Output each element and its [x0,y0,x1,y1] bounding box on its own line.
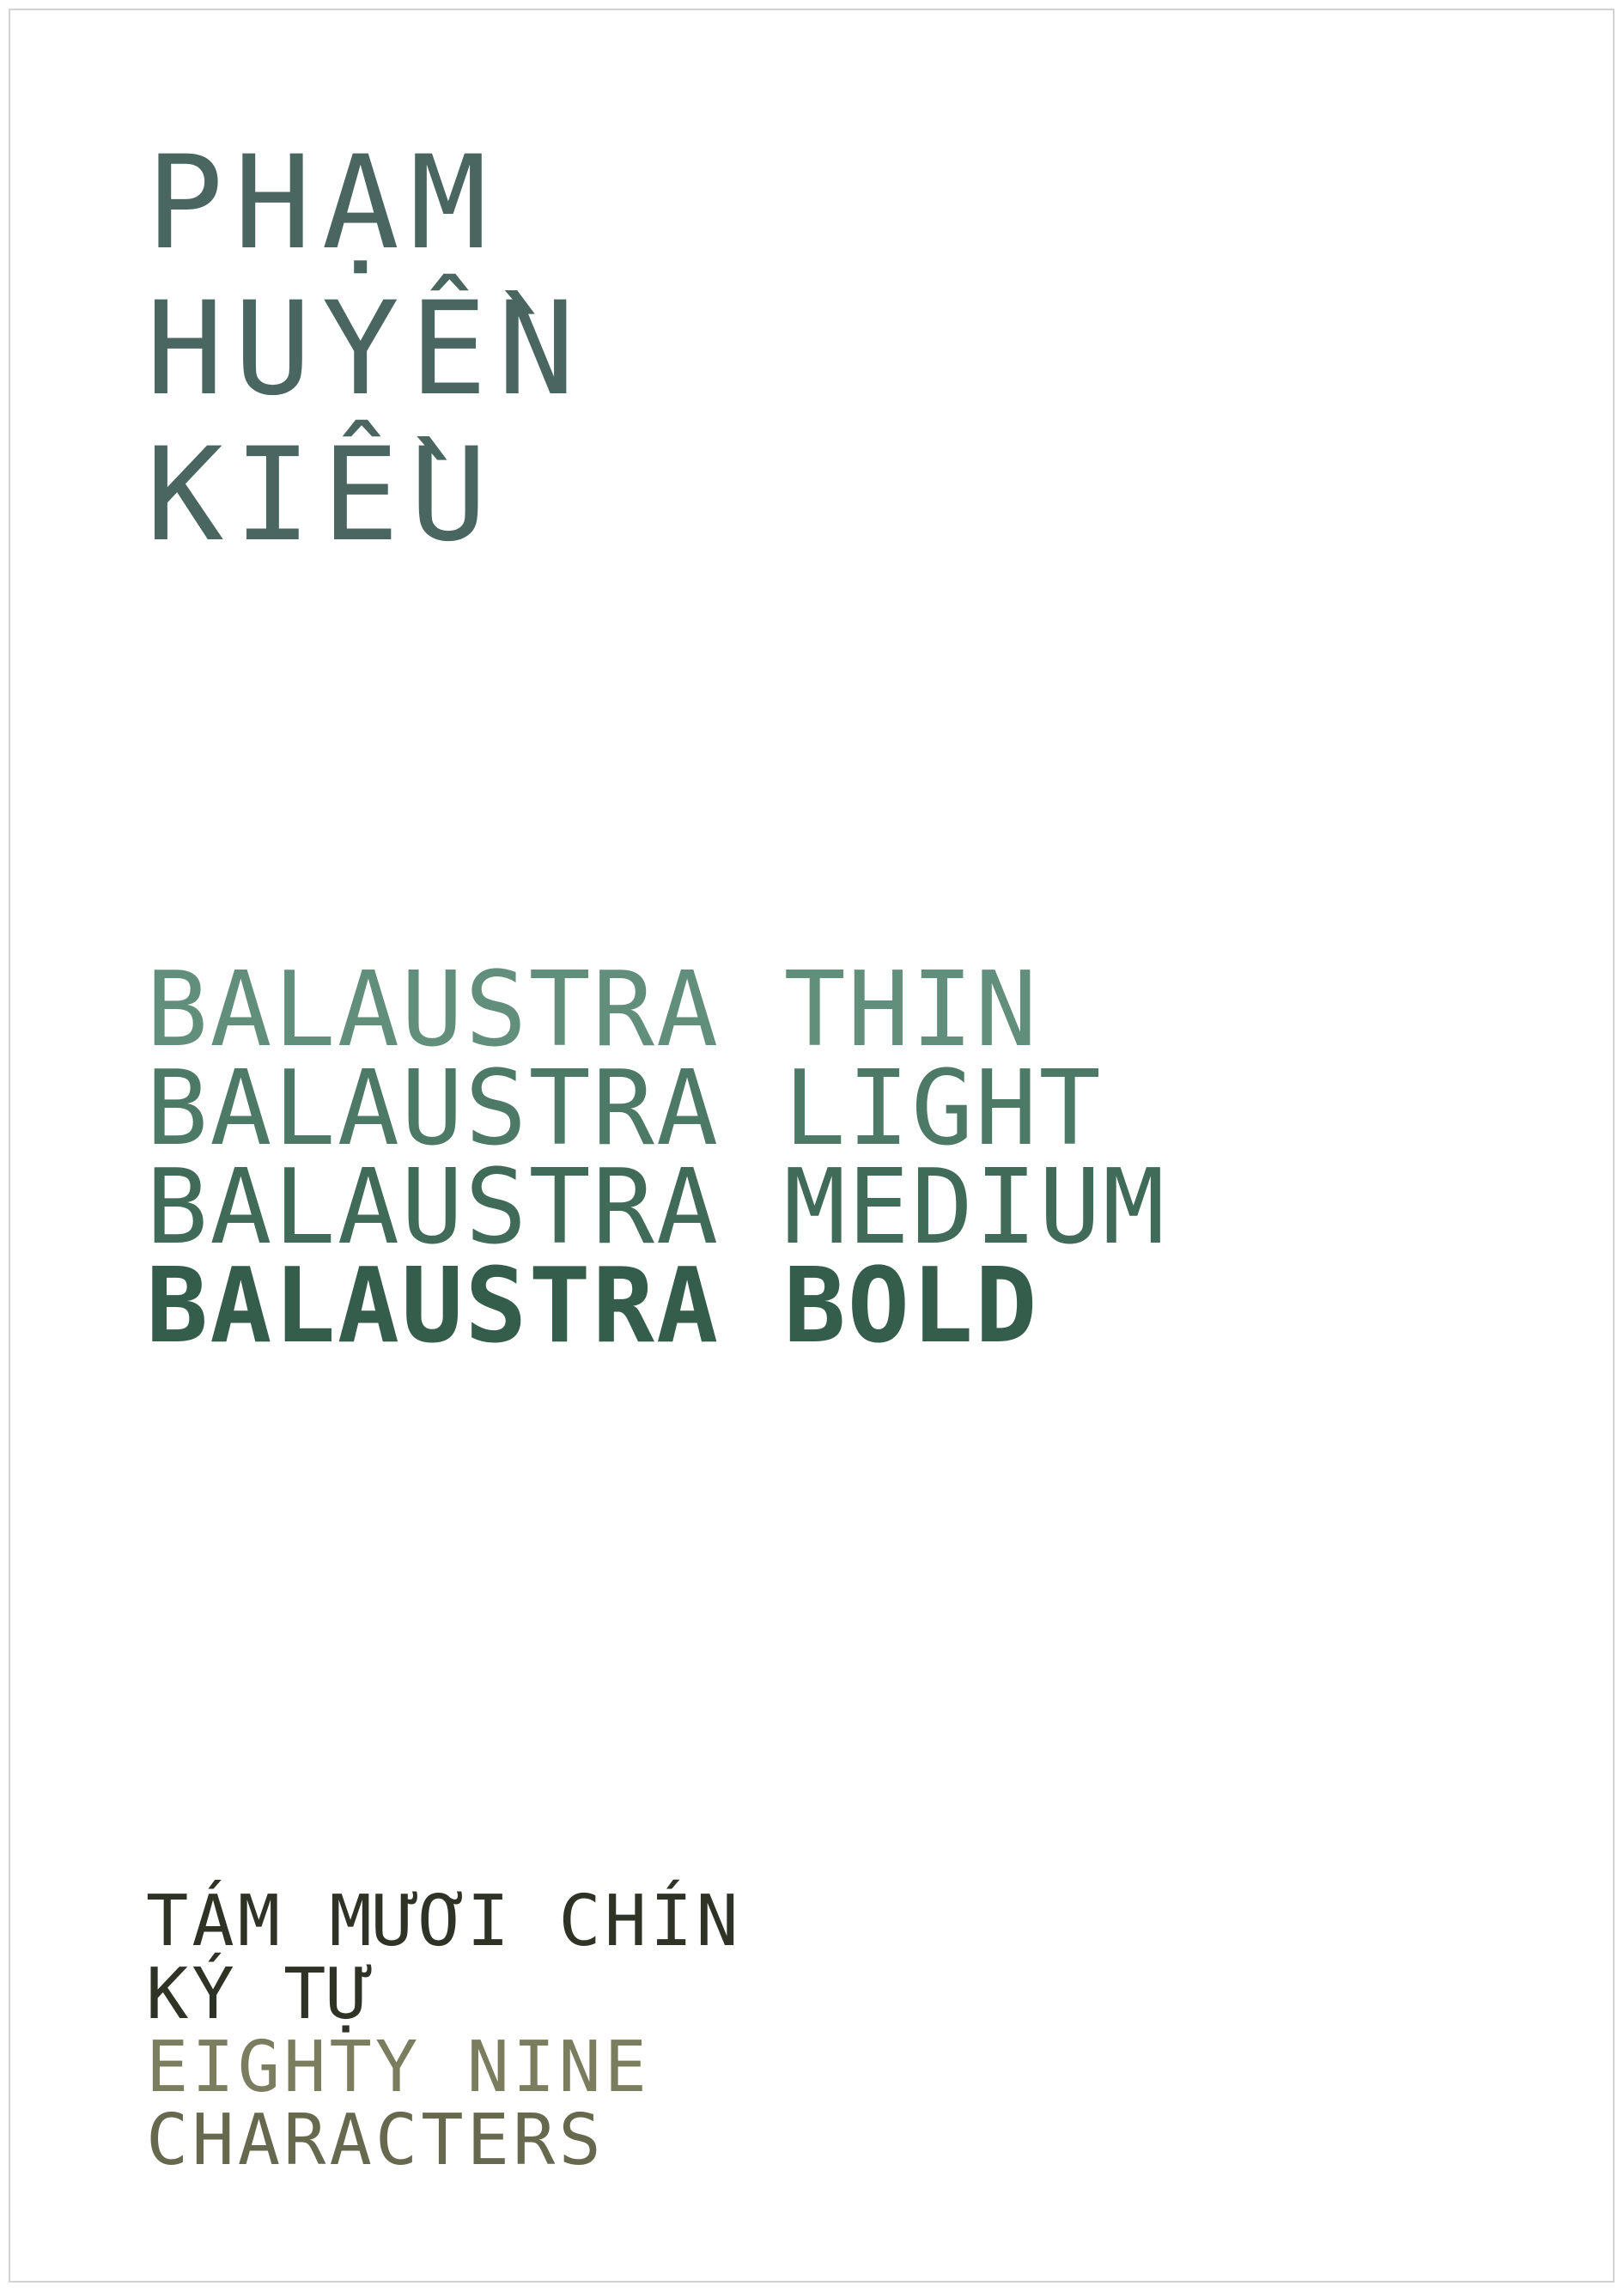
poster: PHẠM HUYỀN KIỀU BALAUSTRA THIN BALAUSTRA… [9,9,1615,2283]
weight-thin-label: BALAUSTRA THIN [146,951,1039,1070]
author-name-line-3: KIỀU [146,421,498,570]
author-name-line-2: HUYỀN [146,275,586,424]
character-count-vietnamese-line-1: TÁM MƯƠI CHÍN [146,1881,742,1962]
author-name-line-1: PHẠM [146,129,498,278]
character-count-english-line-2: CHARACTERS [146,2100,605,2181]
character-count-english-line-1: EIGHTY NINE [146,2027,651,2108]
weight-light-label: BALAUSTRA LIGHT [146,1049,1103,1169]
weight-bold-label: BALAUSTRA BOLD [146,1247,1039,1366]
character-count-vietnamese-line-2: KÝ TỰ [146,1954,375,2035]
weight-medium-label: BALAUSTRA MEDIUM [146,1148,1166,1268]
